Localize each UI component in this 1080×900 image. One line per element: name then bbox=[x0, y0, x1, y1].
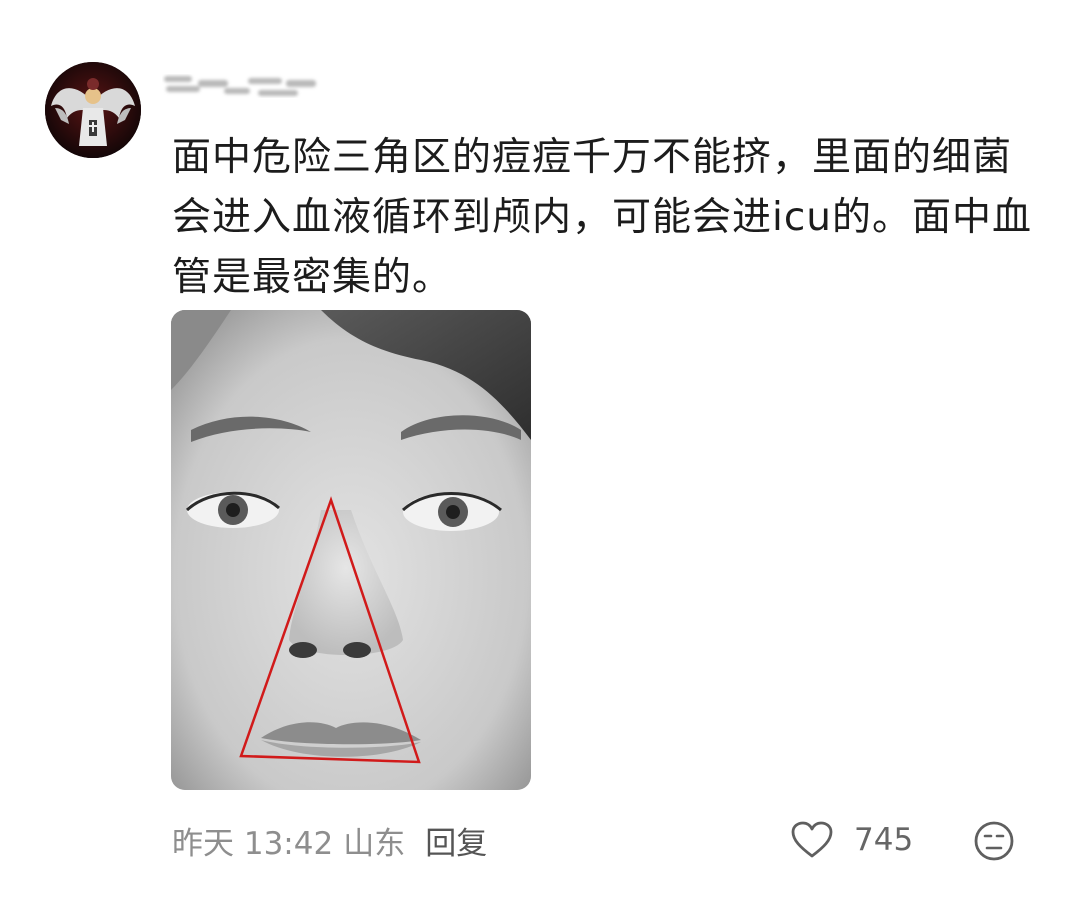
face-photo-graphic bbox=[171, 310, 531, 790]
comment-meta: 昨天 13:42 山东 回复 bbox=[172, 816, 497, 864]
comment-item: 面中危险三角区的痘痘千万不能挤，里面的细菌会进入血液循环到颅内，可能会进icu的… bbox=[0, 0, 1080, 900]
comment-time: 昨天 13:42 bbox=[172, 825, 334, 862]
like-button[interactable]: 745 bbox=[790, 816, 913, 864]
comment-text: 面中危险三角区的痘痘千万不能挤，里面的细菌会进入血液循环到颅内，可能会进icu的… bbox=[172, 135, 1032, 300]
comment-location: 山东 bbox=[343, 825, 406, 862]
avatar-image bbox=[45, 62, 141, 158]
heart-outline-icon bbox=[791, 821, 833, 858]
like-count: 745 bbox=[854, 822, 914, 858]
username-blurred[interactable] bbox=[162, 72, 322, 102]
emoji-reaction-button[interactable] bbox=[972, 819, 1016, 863]
meh-face-icon bbox=[974, 821, 1014, 861]
avatar[interactable] bbox=[45, 62, 141, 158]
reply-button[interactable]: 回复 bbox=[425, 818, 487, 863]
blurred-username-graphic bbox=[164, 76, 316, 96]
comment-image[interactable] bbox=[171, 310, 531, 790]
